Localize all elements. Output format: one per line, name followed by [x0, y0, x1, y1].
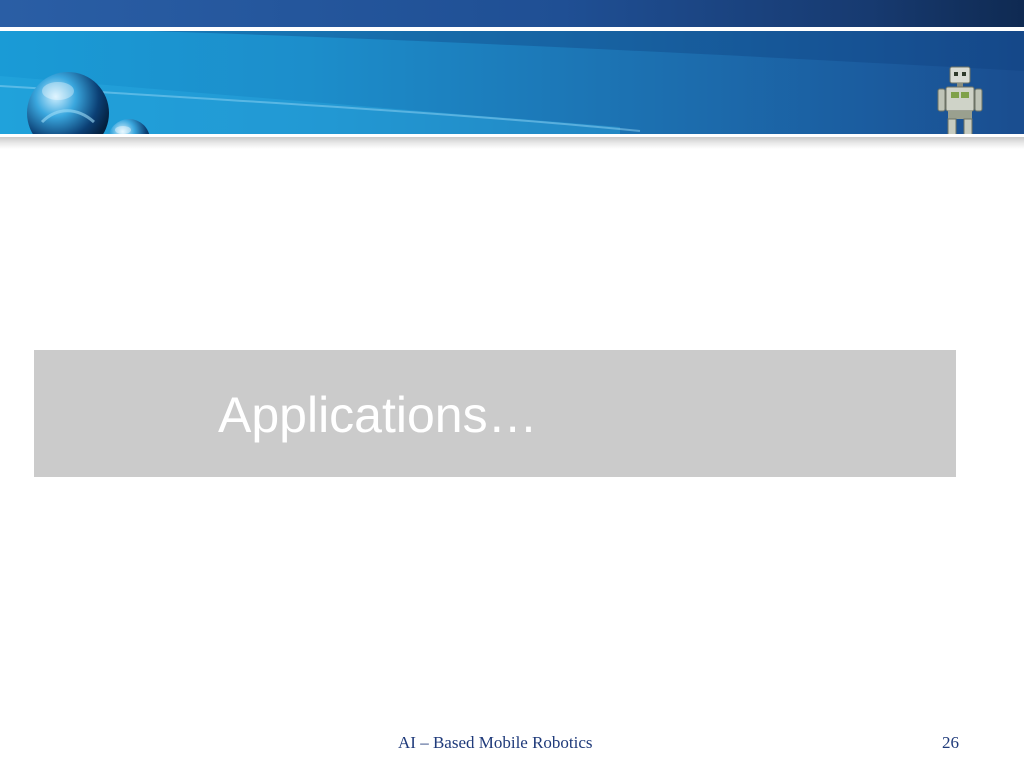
header-banner: [0, 31, 1024, 134]
blue-spheres-logo-icon: [27, 72, 150, 134]
header-shadow: [0, 137, 1024, 149]
robot-icon: [937, 66, 983, 134]
slide-title: Applications…: [218, 387, 538, 443]
slide-number: 26: [942, 733, 959, 752]
header-top-strip: [0, 0, 1024, 27]
footer-text: AI – Based Mobile Robotics: [398, 733, 593, 752]
slide: Applications… AI – Based Mobile Robotics…: [0, 0, 1024, 768]
